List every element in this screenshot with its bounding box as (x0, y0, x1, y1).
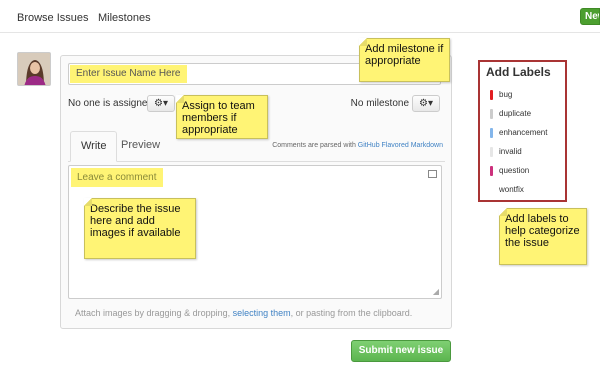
new-issue-button[interactable]: New (580, 8, 600, 25)
sticky-note-labels: Add labels to help categorize the issue (499, 208, 587, 265)
avatar-image (18, 53, 50, 85)
sticky-note-text: Assign to team members if appropriate (182, 100, 255, 136)
milestone-gear-button[interactable]: ⚙▾ (412, 95, 440, 112)
label-color-swatch (490, 185, 493, 195)
assignee-status: No one is assigned (68, 98, 154, 109)
caret-down-icon: ▾ (427, 98, 433, 109)
attach-prefix: Attach images by dragging & dropping, (75, 308, 231, 318)
label-name: invalid (499, 147, 522, 156)
label-name: enhancement (499, 128, 548, 137)
comment-placeholder: Leave a comment (71, 168, 163, 187)
sticky-fold (84, 198, 92, 206)
sticky-note-milestone: Add milestone if appropriate (359, 38, 450, 82)
label-color-swatch (490, 128, 493, 138)
label-color-swatch (490, 109, 493, 119)
submit-issue-button[interactable]: Submit new issue (351, 340, 451, 362)
labels-title: Add Labels (486, 65, 551, 79)
fullscreen-icon[interactable] (428, 170, 437, 178)
top-navigation: Browse Issues Milestones New (0, 0, 600, 33)
browse-issues-link[interactable]: Browse Issues (17, 12, 89, 24)
caret-down-icon: ▾ (162, 98, 168, 109)
attach-suffix: , or pasting from the clipboard. (290, 308, 413, 318)
avatar (17, 52, 51, 86)
tab-preview[interactable]: Preview (111, 131, 170, 162)
sticky-note-text: Add labels to help categorize the issue (505, 213, 580, 249)
sticky-fold (499, 208, 507, 216)
resize-grip-icon[interactable]: ◢ (433, 288, 439, 296)
markdown-note: Comments are parsed with GitHub Flavored… (272, 142, 443, 149)
sticky-fold (176, 95, 184, 103)
label-name: question (499, 166, 530, 175)
attach-instructions: Attach images by dragging & dropping, se… (75, 308, 412, 318)
labels-panel: Add Labels bug duplicate enhancement inv… (478, 60, 567, 202)
sticky-note-text: Describe the issue here and add images i… (90, 203, 181, 239)
sticky-note-text: Add milestone if appropriate (365, 43, 444, 67)
label-name: bug (499, 90, 513, 99)
select-files-link[interactable]: selecting them (233, 308, 291, 318)
sticky-fold (359, 38, 367, 46)
label-name: duplicate (499, 109, 532, 118)
milestone-status: No milestone (350, 98, 409, 109)
assignee-gear-button[interactable]: ⚙▾ (147, 95, 175, 112)
milestones-link[interactable]: Milestones (98, 12, 151, 24)
label-color-swatch (490, 90, 493, 100)
label-color-swatch (490, 166, 493, 176)
sticky-note-assign: Assign to team members if appropriate (176, 95, 268, 139)
sticky-note-describe: Describe the issue here and add images i… (84, 198, 196, 259)
issue-title-placeholder: Enter Issue Name Here (70, 65, 187, 83)
markdown-note-text: Comments are parsed with (272, 142, 356, 149)
gear-icon: ⚙ (419, 98, 428, 109)
label-name: wontfix (499, 185, 524, 194)
label-color-swatch (490, 147, 493, 157)
gear-icon: ⚙ (154, 98, 163, 109)
markdown-help-link[interactable]: GitHub Flavored Markdown (358, 142, 443, 149)
